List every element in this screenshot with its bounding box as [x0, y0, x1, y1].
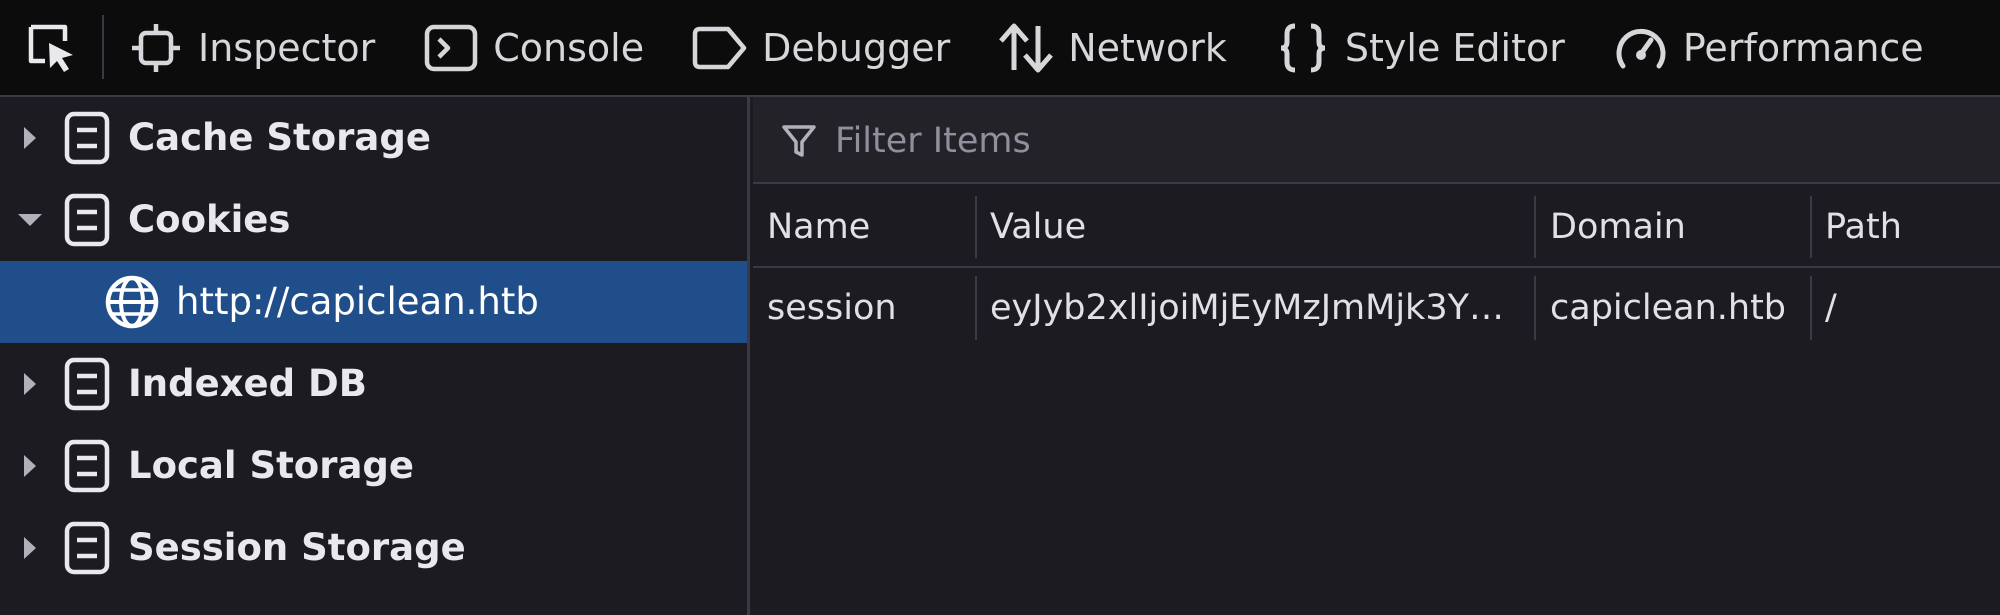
- tree-item-label: Session Storage: [128, 526, 466, 569]
- tab-debugger[interactable]: Debugger: [668, 0, 974, 96]
- tab-console-label: Console: [493, 25, 645, 70]
- expand-arrow-icon[interactable]: [16, 507, 44, 589]
- storage-tree: Cache Storage Cookies http://capiclean.h…: [0, 97, 750, 615]
- tree-item-indexed-db[interactable]: Indexed DB: [0, 343, 747, 425]
- column-header-value[interactable]: Value: [990, 186, 1530, 268]
- console-icon: [423, 20, 479, 76]
- filter-input[interactable]: [833, 115, 1973, 167]
- debugger-icon: [692, 20, 748, 76]
- cell-path: /: [1825, 288, 1837, 328]
- table-row[interactable]: session eyJyb2xlIjoiMjEyMzJmMjk3Y… capic…: [753, 268, 2000, 348]
- tab-inspector[interactable]: Inspector: [104, 0, 399, 96]
- tree-item-label: Cache Storage: [128, 116, 431, 159]
- tab-style-editor[interactable]: Style Editor: [1251, 0, 1589, 96]
- tree-item-label: Indexed DB: [128, 362, 367, 405]
- column-header-path[interactable]: Path: [1825, 186, 1985, 268]
- tab-network-label: Network: [1068, 25, 1227, 70]
- element-picker-icon: [28, 24, 73, 72]
- tab-inspector-label: Inspector: [198, 25, 376, 70]
- column-separator: [975, 276, 977, 340]
- tab-performance[interactable]: Performance: [1589, 0, 1948, 96]
- tree-item-label: http://capiclean.htb: [176, 280, 539, 323]
- column-header-name[interactable]: Name: [767, 186, 967, 268]
- column-separator: [1810, 276, 1812, 340]
- column-separator: [1534, 276, 1536, 340]
- tree-item-label: Local Storage: [128, 444, 415, 487]
- tab-console[interactable]: Console: [399, 0, 668, 96]
- network-icon: [998, 20, 1054, 76]
- column-separator[interactable]: [975, 196, 977, 258]
- tree-item-label: Cookies: [128, 198, 291, 241]
- tab-debugger-label: Debugger: [762, 25, 951, 70]
- storage-icon: [64, 357, 110, 411]
- storage-icon: [64, 193, 110, 247]
- column-header-domain[interactable]: Domain: [1550, 186, 1810, 268]
- performance-icon: [1613, 20, 1669, 76]
- cell-name: session: [767, 288, 897, 328]
- element-picker-button[interactable]: [0, 0, 104, 96]
- expand-arrow-icon[interactable]: [16, 343, 44, 425]
- cookies-panel: Name Value Domain Path session eyJyb2xlI…: [753, 97, 2000, 615]
- globe-icon: [105, 275, 159, 329]
- tree-item-capiclean-origin[interactable]: http://capiclean.htb: [0, 261, 747, 343]
- expand-arrow-icon[interactable]: [16, 425, 44, 507]
- tree-item-cache-storage[interactable]: Cache Storage: [0, 97, 747, 179]
- storage-icon: [64, 111, 110, 165]
- inspector-icon: [128, 20, 184, 76]
- tab-style-editor-label: Style Editor: [1344, 25, 1565, 70]
- collapse-arrow-icon[interactable]: [16, 179, 44, 261]
- column-separator[interactable]: [1810, 196, 1812, 258]
- tab-performance-label: Performance: [1682, 25, 1924, 70]
- storage-icon: [64, 439, 110, 493]
- devtools-toolbar: Inspector Console Debugger Network Style…: [0, 0, 2000, 97]
- column-separator[interactable]: [1534, 196, 1536, 258]
- filter-icon: [782, 125, 816, 157]
- cell-value: eyJyb2xlIjoiMjEyMzJmMjk3Y…: [990, 288, 1504, 328]
- tree-item-local-storage[interactable]: Local Storage: [0, 425, 747, 507]
- storage-icon: [64, 521, 110, 575]
- filter-bar: [753, 97, 2000, 184]
- cell-domain: capiclean.htb: [1550, 288, 1787, 328]
- style-editor-icon: [1275, 20, 1331, 76]
- tree-item-cookies[interactable]: Cookies: [0, 179, 747, 261]
- table-header: Name Value Domain Path: [753, 186, 2000, 268]
- tree-item-session-storage[interactable]: Session Storage: [0, 507, 747, 589]
- toolbar-separator: [102, 15, 104, 79]
- expand-arrow-icon[interactable]: [16, 97, 44, 179]
- tab-network[interactable]: Network: [974, 0, 1251, 96]
